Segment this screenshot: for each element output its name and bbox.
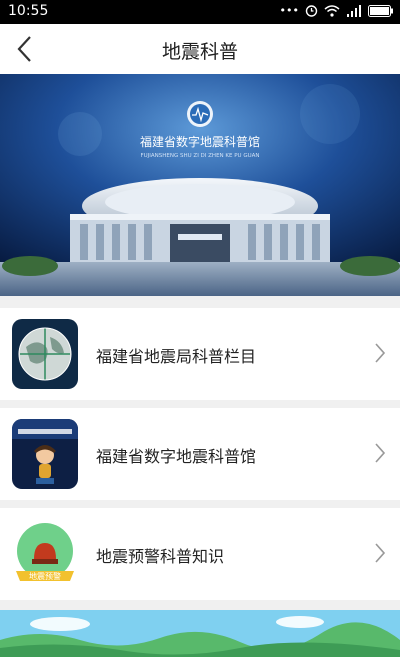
status-time: 10:55 xyxy=(8,3,49,19)
list-item-early-warning[interactable]: 地震预警 地震预警科普知识 xyxy=(0,508,400,600)
alarm-icon xyxy=(305,5,318,17)
list-item-label: 福建省地震局科普栏目 xyxy=(96,347,257,366)
museum-logo xyxy=(187,101,213,127)
warning-alarm-icon: 地震预警 xyxy=(12,519,78,589)
museum-building xyxy=(70,178,330,262)
chevron-right-icon xyxy=(375,443,386,463)
banner-image: 福建省数字地震科普馆 FUJIANSHENG SHU ZI DI ZHEN KE… xyxy=(0,74,400,296)
chevron-right-icon xyxy=(375,343,386,363)
list-item-digital-museum[interactable]: 福建省数字地震科普馆 xyxy=(0,408,400,500)
museum-mascot-icon xyxy=(12,419,78,489)
more-dots-icon: ••• xyxy=(279,4,299,17)
wifi-icon xyxy=(324,4,340,17)
landscape-illustration xyxy=(0,610,400,657)
signal-icon xyxy=(347,4,361,17)
page-title: 地震科普 xyxy=(161,41,238,63)
chevron-right-icon xyxy=(375,543,386,563)
navigation-bar: 地震科普 xyxy=(0,24,400,75)
list-item-label: 福建省数字地震科普馆 xyxy=(96,447,257,466)
list-item-bureau-science[interactable]: 福建省地震局科普栏目 xyxy=(0,308,400,400)
banner-subtitle: FUJIANSHENG SHU ZI DI ZHEN KE PU GUAN xyxy=(140,153,259,159)
status-icons: ••• xyxy=(280,4,394,17)
status-bar: 10:55 ••• xyxy=(0,0,400,24)
globe-icon xyxy=(12,319,78,389)
banner-title: 福建省数字地震科普馆 xyxy=(140,134,260,149)
warning-badge-label: 地震预警 xyxy=(29,572,61,581)
battery-icon xyxy=(368,4,393,17)
list-item-label: 地震预警科普知识 xyxy=(96,547,225,566)
